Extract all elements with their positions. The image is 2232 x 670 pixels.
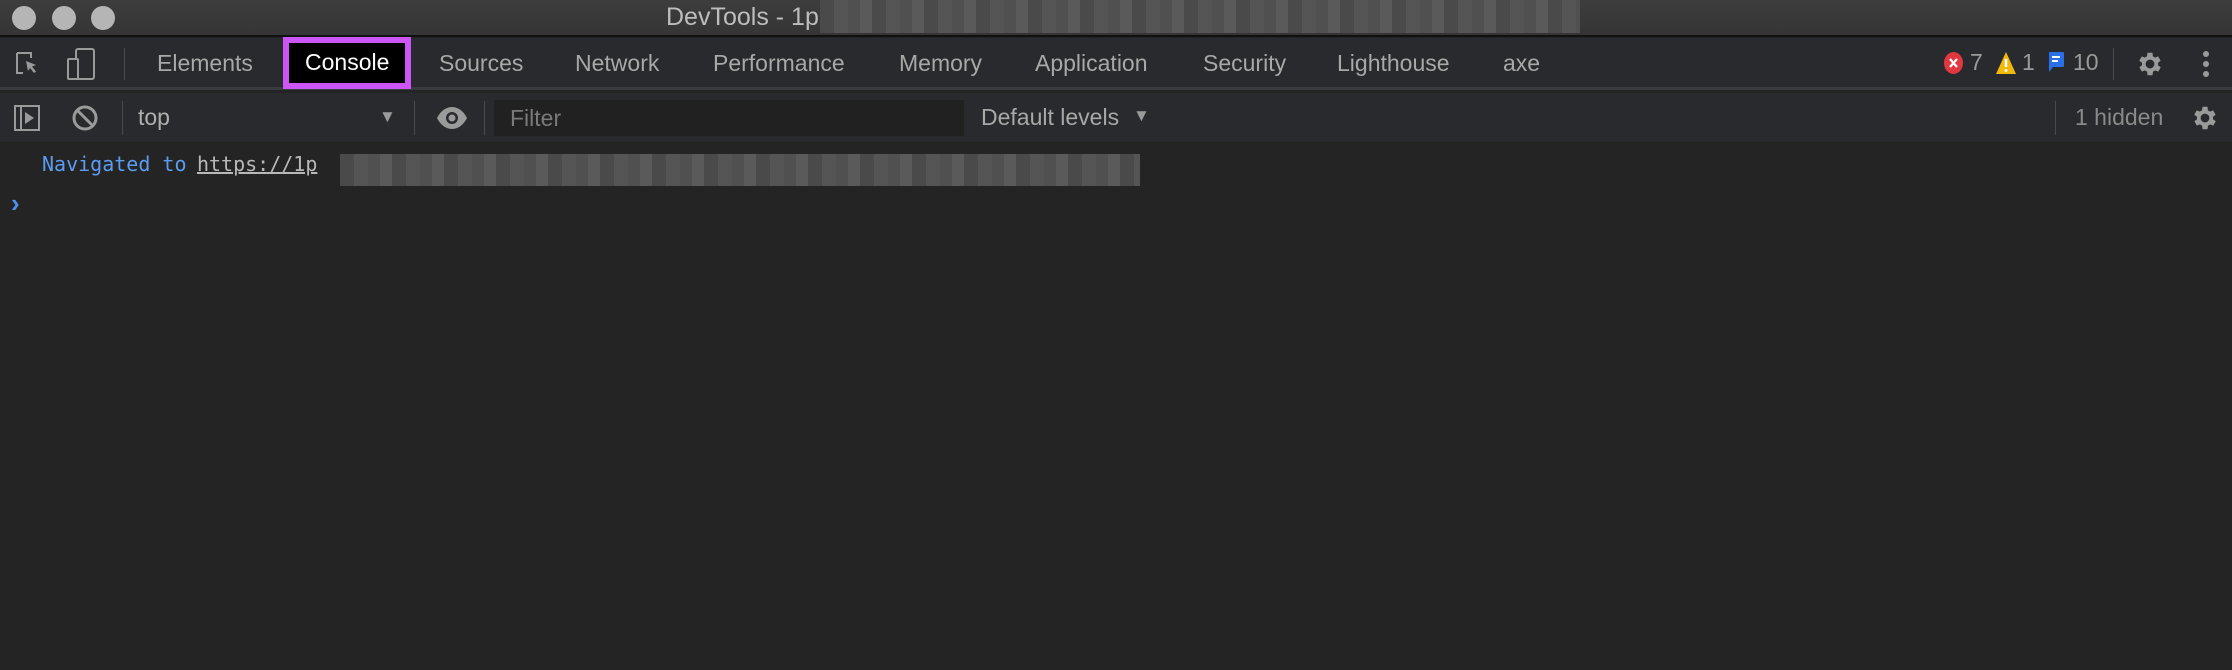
window-titlebar: DevTools - 1p [0,0,2232,37]
tab-elements[interactable]: Elements [157,38,253,88]
dropdown-arrow-icon: ▼ [379,107,396,126]
clear-console-icon[interactable] [71,104,99,132]
prompt-chevron-icon: › [11,188,20,218]
redacted-title [820,0,1580,33]
log-levels-label: Default levels [981,104,1120,130]
device-toolbar-icon[interactable] [66,47,98,81]
tab-memory[interactable]: Memory [899,38,982,88]
live-expression-eye-icon[interactable] [436,105,468,131]
warning-icon [1996,52,2016,74]
inspect-element-icon[interactable] [14,50,42,78]
issues-counter[interactable]: 7 1 10 [1940,38,2108,88]
console-output: Navigated to https://1p › [0,142,2232,670]
tab-console[interactable]: Console [283,37,412,89]
close-window-button[interactable] [12,6,36,30]
hidden-count: 1 hidden [2075,104,2164,130]
navigated-url-link[interactable]: https://1p [197,152,317,176]
warning-count: 1 [2022,49,2035,75]
console-settings-gear-icon[interactable] [2190,103,2220,133]
tab-network[interactable]: Network [575,38,659,88]
error-icon [1944,52,1963,74]
maximize-window-button[interactable] [91,6,115,30]
divider [124,48,125,80]
tab-axe[interactable]: axe [1503,38,1540,88]
tab-application[interactable]: Application [1035,38,1148,88]
divider [2113,48,2114,80]
more-options-icon[interactable] [2200,49,2212,79]
console-toolbar: top ▼ Filter Default levels ▼ 1 hidden [0,93,2232,142]
console-message: Navigated to https://1p [42,152,317,182]
settings-gear-icon[interactable] [2135,49,2165,79]
divider [484,101,485,135]
filter-input[interactable]: Filter [494,100,964,136]
tab-lighthouse[interactable]: Lighthouse [1337,38,1450,88]
error-count: 7 [1970,49,1983,75]
message-count: 10 [2073,49,2099,75]
message-icon [2049,52,2064,72]
window-title: DevTools - 1p [666,3,819,31]
redacted-url [340,154,1140,186]
tab-security[interactable]: Security [1203,38,1286,88]
log-levels-dropdown[interactable]: Default levels ▼ [981,93,1151,142]
dropdown-arrow-icon: ▼ [1133,106,1150,125]
context-selector[interactable]: top ▼ [138,93,398,142]
context-value: top [138,104,170,130]
tab-performance[interactable]: Performance [713,38,845,88]
show-sidebar-icon[interactable] [13,104,41,132]
navigated-text: Navigated to [42,152,187,176]
devtools-tab-bar: Elements Console Sources Network Perform… [0,37,2232,90]
divider [122,101,123,135]
console-prompt[interactable]: › [0,188,2232,220]
tab-sources[interactable]: Sources [439,38,523,88]
divider [2055,101,2056,135]
minimize-window-button[interactable] [52,6,76,30]
divider [414,101,415,135]
